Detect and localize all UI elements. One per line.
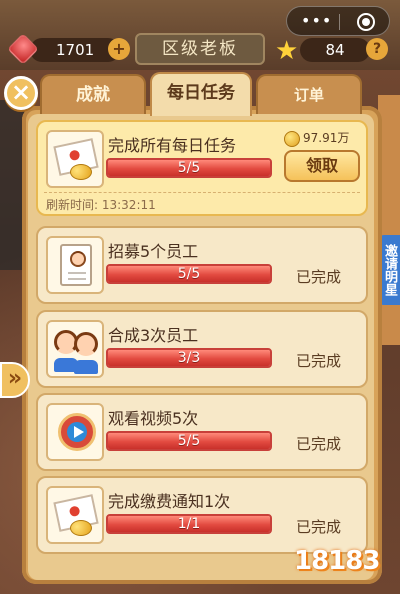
capsule-divider xyxy=(339,14,340,30)
tab-achievements[interactable]: 成就 xyxy=(40,74,146,114)
close-mini-program-icon[interactable] xyxy=(357,13,375,31)
task-title: 完成所有每日任务 xyxy=(108,136,237,155)
task-row-payment-notice: 完成缴费通知1次 1/1 已完成 xyxy=(36,476,368,554)
more-menu-icon[interactable]: ••• xyxy=(301,11,332,31)
rank-title: 区级老板 xyxy=(135,33,265,65)
task-progress-bar: 3/3 xyxy=(106,348,272,368)
two-employees-icon xyxy=(46,320,104,378)
task-row-watch-video: 观看视频5次 5/5 已完成 xyxy=(36,393,368,471)
task-title: 招募5个员工 xyxy=(108,242,199,261)
coin-counter: 1701 xyxy=(30,38,120,62)
envelope-coins-icon xyxy=(46,486,104,544)
status-completed: 已完成 xyxy=(296,435,342,453)
ruby-icon xyxy=(7,33,39,65)
task-progress-bar: 5/5 xyxy=(106,264,272,284)
envelope-coins-icon xyxy=(46,130,104,188)
refresh-time: 刷新时间: 13:32:11 xyxy=(46,198,156,212)
progress-text: 5/5 xyxy=(177,266,201,282)
status-completed: 已完成 xyxy=(296,268,342,286)
coin-icon xyxy=(284,130,300,147)
star-icon: ★ xyxy=(275,36,299,66)
panel-tabs: 成就 每日任务 订单05:06:28 xyxy=(0,70,400,142)
add-coins-button[interactable]: + xyxy=(108,38,130,60)
help-button[interactable]: ? xyxy=(366,38,388,60)
status-completed: 已完成 xyxy=(296,518,342,536)
site-watermark-logo: 18183 xyxy=(294,546,380,576)
task-row-merge: 合成3次员工 3/3 已完成 xyxy=(36,310,368,388)
task-row-all-daily: 完成所有每日任务 5/5 97.91万 领取 刷新时间: 13:32:11 xyxy=(36,120,368,216)
task-row-recruit: 招募5个员工 5/5 已完成 xyxy=(36,226,368,304)
employee-card-icon xyxy=(46,236,104,294)
task-progress-bar: 5/5 xyxy=(106,158,272,178)
star-counter: 84 xyxy=(300,38,370,62)
video-play-icon xyxy=(46,403,104,461)
task-progress-bar: 1/1 xyxy=(106,514,272,534)
progress-text: 3/3 xyxy=(177,350,201,366)
claim-reward-button[interactable]: 领取 xyxy=(284,150,360,182)
reward-amount: 97.91万 xyxy=(284,128,364,148)
tab-orders[interactable]: 订单05:06:28 xyxy=(256,74,362,142)
task-title: 合成3次员工 xyxy=(108,326,199,345)
task-progress-bar: 5/5 xyxy=(106,431,272,451)
task-title: 观看视频5次 xyxy=(108,409,199,428)
tab-daily-tasks[interactable]: 每日任务 xyxy=(150,72,252,116)
task-title: 完成缴费通知1次 xyxy=(108,492,231,511)
divider xyxy=(44,192,360,193)
progress-text: 1/1 xyxy=(177,516,201,532)
status-completed: 已完成 xyxy=(296,352,342,370)
close-panel-button[interactable]: × xyxy=(4,76,38,110)
progress-text: 5/5 xyxy=(177,160,201,176)
progress-text: 5/5 xyxy=(177,433,201,449)
mini-program-capsule: ••• xyxy=(286,6,390,36)
